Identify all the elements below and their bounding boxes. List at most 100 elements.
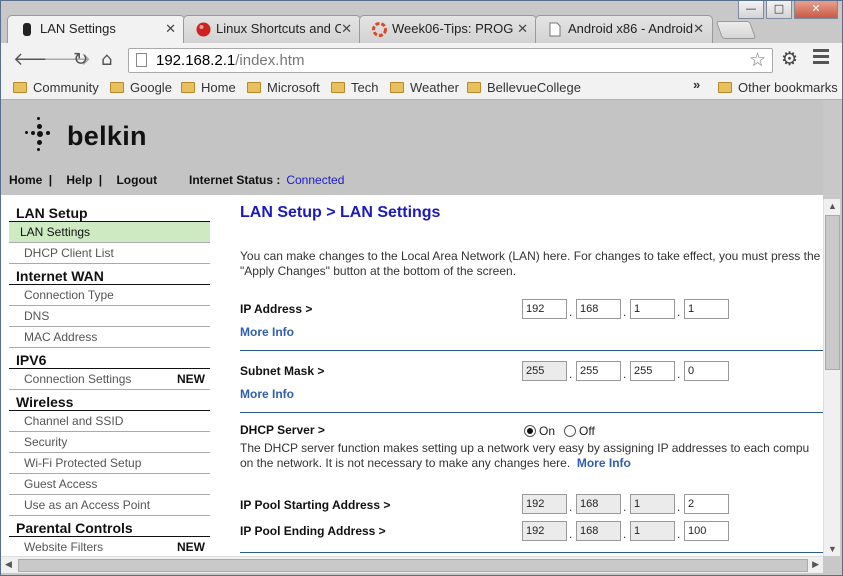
scroll-up-icon[interactable]: ▲ xyxy=(828,201,837,211)
ip-address-label: IP Address > xyxy=(240,302,313,316)
subnet-octet-4[interactable]: 0 xyxy=(684,361,729,381)
subnet-octet-3[interactable]: 255 xyxy=(630,361,675,381)
page-title: LAN Setup > LAN Settings xyxy=(240,204,441,221)
sidebar-section-ipv6: IPV6 xyxy=(9,348,210,369)
sidebar-item-security[interactable]: Security xyxy=(9,432,210,453)
internet-status-value: Connected xyxy=(286,173,345,187)
bookmark-microsoft[interactable]: Microsoft xyxy=(247,80,320,95)
sidebar: LAN Setup LAN Settings DHCP Client List … xyxy=(9,201,210,556)
pool-end-octet-1: 192 xyxy=(522,521,567,541)
bookmark-home[interactable]: Home xyxy=(181,80,236,95)
sidebar-item-dns[interactable]: DNS xyxy=(9,306,210,327)
radio-selected-icon xyxy=(524,425,536,437)
bookmark-google[interactable]: Google xyxy=(110,80,172,95)
folder-icon xyxy=(13,82,27,93)
scroll-left-icon[interactable]: ◀ xyxy=(5,559,12,570)
sidebar-item-website-filters[interactable]: Website Filters NEW xyxy=(9,537,210,556)
folder-icon xyxy=(110,82,124,93)
url-path: /index.htm xyxy=(235,52,305,69)
horizontal-scrollbar[interactable]: ◀ ▶ xyxy=(1,556,823,573)
pool-start-octet-2: 168 xyxy=(576,494,621,514)
subnet-more-info-link[interactable]: More Info xyxy=(240,387,294,401)
ip-octet-1[interactable]: 192 xyxy=(522,299,567,319)
dhcp-server-label: DHCP Server > xyxy=(240,423,325,437)
tab-lan-settings[interactable]: LAN Settings ✕ xyxy=(7,15,185,44)
pool-end-label: IP Pool Ending Address > xyxy=(240,524,386,538)
sidebar-item-access-point[interactable]: Use as an Access Point xyxy=(9,495,210,516)
maximize-button[interactable]: □ xyxy=(766,1,792,19)
ip-octet-4[interactable]: 1 xyxy=(684,299,729,319)
sidebar-section-wireless: Wireless xyxy=(9,390,210,411)
bookmarks-overflow-icon[interactable]: » xyxy=(693,77,700,92)
tab-linux-shortcuts[interactable]: Linux Shortcuts and C ✕ xyxy=(183,15,361,43)
ip-octet-2[interactable]: 168 xyxy=(576,299,621,319)
sidebar-item-dhcp-client-list[interactable]: DHCP Client List xyxy=(9,243,210,264)
settings-gear-icon[interactable]: ⚙ xyxy=(781,48,798,71)
dhcp-on-radio[interactable]: On xyxy=(524,424,555,438)
url-host: 192.168.2.1 xyxy=(156,52,236,69)
other-bookmarks[interactable]: Other bookmarks xyxy=(718,80,838,95)
nav-separator: | xyxy=(98,173,103,187)
sidebar-section-parental-controls: Parental Controls xyxy=(9,516,210,537)
page-icon xyxy=(136,53,147,67)
sidebar-item-connection-settings[interactable]: Connection Settings NEW xyxy=(9,369,210,390)
address-bar[interactable]: 192.168.2.1/index.htm ☆ xyxy=(128,48,773,73)
tab-label: LAN Settings xyxy=(40,21,116,36)
ip-octet-3[interactable]: 1 xyxy=(630,299,675,319)
tab-android-x86[interactable]: Android x86 - Android ✕ xyxy=(535,15,713,43)
logout-link[interactable]: Logout xyxy=(116,173,157,187)
pool-start-octet-1: 192 xyxy=(522,494,567,514)
sidebar-item-mac-address[interactable]: MAC Address xyxy=(9,327,210,348)
scroll-right-icon[interactable]: ▶ xyxy=(812,559,819,570)
browser-toolbar: 🡐 🡒 ↻ ⌂ 192.168.2.1/index.htm ☆ ⚙ xyxy=(1,43,842,76)
page-favicon-icon xyxy=(548,22,562,37)
tab-label: Android x86 - Android xyxy=(568,21,693,36)
vertical-scrollbar[interactable]: ▲ ▼ xyxy=(823,199,840,556)
divider xyxy=(240,412,823,413)
divider xyxy=(240,552,823,553)
subnet-mask-label: Subnet Mask > xyxy=(240,364,325,378)
bookmark-tech[interactable]: Tech xyxy=(331,80,378,95)
pool-end-octet-4[interactable]: 100 xyxy=(684,521,729,541)
home-icon[interactable]: ⌂ xyxy=(101,49,112,70)
tab-close-icon[interactable]: ✕ xyxy=(693,21,704,37)
menu-icon[interactable] xyxy=(813,49,829,67)
folder-icon xyxy=(331,82,345,93)
sidebar-section-internet-wan: Internet WAN xyxy=(9,264,210,285)
radio-unselected-icon xyxy=(564,425,576,437)
dhcp-off-radio[interactable]: Off xyxy=(564,424,595,438)
bookmark-community[interactable]: Community xyxy=(13,80,99,95)
sidebar-item-wps[interactable]: Wi-Fi Protected Setup xyxy=(9,453,210,474)
sidebar-item-connection-type[interactable]: Connection Type xyxy=(9,285,210,306)
subnet-octet-2[interactable]: 255 xyxy=(576,361,621,381)
bookmark-star-icon[interactable]: ☆ xyxy=(749,49,766,72)
scroll-down-icon[interactable]: ▼ xyxy=(828,544,837,554)
new-badge: NEW xyxy=(177,372,205,386)
ip-address-more-info-link[interactable]: More Info xyxy=(240,325,294,339)
dhcp-more-info-link[interactable]: More Info xyxy=(577,456,631,470)
tab-label: Week06-Tips: PROG 2 xyxy=(392,21,517,36)
bookmark-weather[interactable]: Weather xyxy=(390,80,459,95)
tab-label: Linux Shortcuts and C xyxy=(216,21,341,36)
pool-start-label: IP Pool Starting Address > xyxy=(240,498,391,512)
bookmark-bellevuecollege[interactable]: BellevueCollege xyxy=(467,80,581,95)
browser-window: — □ ✕ LAN Settings ✕ Linux Shortcuts and… xyxy=(0,0,843,576)
scroll-thumb[interactable] xyxy=(18,559,808,572)
tab-close-icon[interactable]: ✕ xyxy=(341,21,352,37)
tab-close-icon[interactable]: ✕ xyxy=(517,21,528,37)
sidebar-item-lan-settings[interactable]: LAN Settings xyxy=(9,222,210,243)
brand-name: belkin xyxy=(67,121,147,151)
tab-close-icon[interactable]: ✕ xyxy=(165,21,176,37)
sidebar-item-guest-access[interactable]: Guest Access xyxy=(9,474,210,495)
home-link[interactable]: Home xyxy=(9,173,42,187)
top-nav: Home | Help | Logout xyxy=(9,173,160,187)
tab-week06-tips[interactable]: Week06-Tips: PROG 2 ✕ xyxy=(359,15,537,43)
reload-icon[interactable]: ↻ xyxy=(73,49,88,70)
close-window-button[interactable]: ✕ xyxy=(794,1,838,19)
help-link[interactable]: Help xyxy=(66,173,92,187)
pool-start-octet-4[interactable]: 2 xyxy=(684,494,729,514)
nav-separator: | xyxy=(48,173,53,187)
scroll-thumb[interactable] xyxy=(825,215,840,370)
sidebar-item-channel-ssid[interactable]: Channel and SSID xyxy=(9,411,210,432)
new-tab-button[interactable] xyxy=(715,21,757,39)
